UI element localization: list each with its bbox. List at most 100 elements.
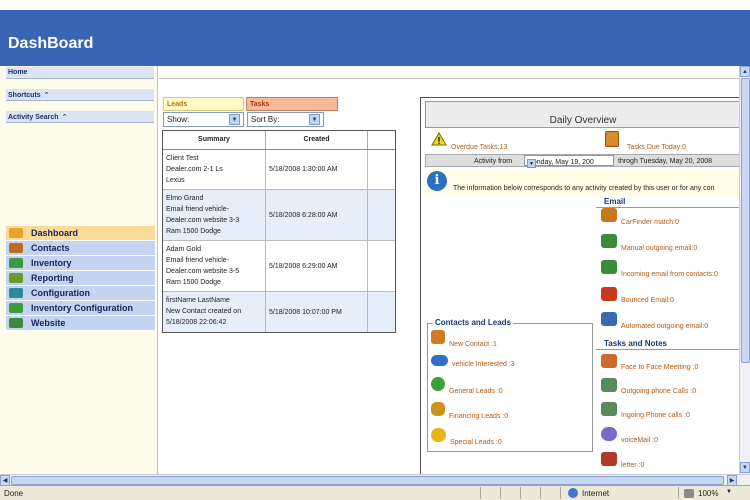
- contact-item-label: Special Leads :0: [450, 438, 502, 446]
- info-icon: i: [427, 171, 447, 191]
- app-header: DashBoard: [0, 10, 750, 66]
- question-icon: [431, 377, 445, 391]
- nav-configuration[interactable]: Configuration: [6, 286, 155, 301]
- nav-label: Contacts: [31, 243, 70, 253]
- contact-item[interactable]: Special Leads :0: [431, 428, 502, 446]
- row-created: 5/18/2008 1:30:00 AM: [266, 150, 368, 189]
- nav-label: Website: [31, 318, 66, 328]
- table-row[interactable]: firstName LastName New Contact created o…: [163, 292, 395, 332]
- main-nav: Dashboard Contacts Inventory Reporting C…: [6, 226, 155, 331]
- activity-range-bar: Activity from Monday, May 19, 200 ▼ throg…: [425, 154, 740, 168]
- activity-search-toggle[interactable]: Activity Search ⌃: [6, 111, 154, 123]
- row-summary: Client Test Dealer.com 2-1 Ls Lexus: [163, 150, 266, 189]
- shortcuts-toggle[interactable]: Shortcuts ⌃: [6, 89, 154, 101]
- report-icon: [9, 273, 23, 283]
- envelope-icon: [601, 234, 617, 248]
- horizontal-scroll-thumb[interactable]: [11, 476, 724, 485]
- tab-tasks[interactable]: Tasks: [246, 97, 338, 111]
- nav-contacts[interactable]: Contacts: [6, 241, 155, 256]
- task-item-label: Ingoing Phone calls :0: [621, 411, 690, 419]
- task-item[interactable]: voiceMail :0: [601, 427, 658, 444]
- nav-inventory[interactable]: Inventory: [6, 256, 155, 271]
- chevron-up-icon: ⌃: [61, 114, 68, 121]
- overdue-tasks[interactable]: Overdue Tasks:13: [451, 144, 507, 151]
- through-label: throgh Tuesday, May 20, 2008: [618, 158, 713, 165]
- home-link[interactable]: Home: [6, 67, 154, 79]
- email-item[interactable]: Incoming email from contacts:0: [601, 260, 718, 278]
- show-select[interactable]: Show: ▼: [163, 112, 244, 127]
- email-item[interactable]: CarFinder match:0: [601, 208, 679, 226]
- daily-overview-panel: Daily Overview Overdue Tasks:13 Tasks Du…: [420, 97, 740, 474]
- car-finder-icon: [601, 208, 617, 222]
- car-icon: [9, 258, 23, 268]
- security-zone: Internet: [582, 489, 610, 498]
- nav-label: Inventory: [31, 258, 72, 268]
- contact-item[interactable]: Financing Leads :0: [431, 402, 508, 420]
- tasks-due-today[interactable]: Tasks Due Today:0: [627, 144, 686, 151]
- summary-line: Client Test: [166, 155, 199, 162]
- column-header-summary[interactable]: Summary: [163, 131, 266, 149]
- status-divider: [678, 487, 679, 499]
- phone-out-icon: [601, 378, 617, 392]
- summary-line: 5/18/2008 22:06:42: [166, 319, 227, 326]
- email-item-label: Incoming email from contacts:0: [621, 270, 718, 278]
- row-created: 5/18/2008 10:07:00 PM: [266, 292, 368, 332]
- task-item[interactable]: Outgoing phone Calls :0: [601, 378, 696, 395]
- nav-website[interactable]: Website: [6, 316, 155, 331]
- leads-grid: Summary Created Client Test Dealer.com 2…: [162, 130, 396, 333]
- nav-reporting[interactable]: Reporting: [6, 271, 155, 286]
- envelope-in-icon: [601, 260, 617, 274]
- task-item[interactable]: Ingoing Phone calls :0: [601, 402, 690, 419]
- chevron-down-icon[interactable]: ▼: [726, 489, 732, 495]
- email-item[interactable]: Automated outgoing email:0: [601, 312, 708, 330]
- divider: [159, 78, 739, 79]
- summary-line: firstName LastName: [166, 297, 230, 304]
- tab-leads[interactable]: Leads: [163, 97, 244, 111]
- summary-line: New Contact created on: [166, 308, 242, 315]
- activity-from-label: Activity from: [474, 158, 513, 165]
- task-item-label: letter :0: [621, 461, 645, 469]
- grid-header: Summary Created: [163, 131, 395, 150]
- status-divider: [500, 487, 501, 499]
- contact-item-label: General Leads :0: [449, 387, 503, 395]
- date-from-select[interactable]: Monday, May 19, 200 ▼: [524, 155, 614, 168]
- scroll-up-button[interactable]: ▲: [740, 66, 750, 77]
- top-strip: [0, 0, 750, 10]
- contact-item-label: vehicle Interested :3: [452, 361, 515, 368]
- task-item-label: voiceMail :0: [621, 436, 658, 444]
- table-row[interactable]: Elmo Grand Email friend vehicle- Dealer.…: [163, 190, 395, 241]
- summary-line: Adam Gold: [166, 246, 202, 253]
- row-summary: firstName LastName New Contact created o…: [163, 292, 266, 332]
- nav-dashboard[interactable]: Dashboard: [6, 226, 155, 241]
- column-header-created[interactable]: Created: [266, 131, 368, 149]
- email-item[interactable]: Manual outgoing email:0: [601, 234, 697, 252]
- zoom-level[interactable]: 100%: [698, 489, 718, 498]
- vertical-scroll-thumb[interactable]: [741, 78, 750, 363]
- contact-item[interactable]: New Contact :1: [431, 330, 497, 348]
- chevron-down-icon: ▼: [527, 159, 536, 168]
- row-summary: Elmo Grand Email friend vehicle- Dealer.…: [163, 190, 266, 240]
- status-divider: [540, 487, 541, 499]
- contact-item[interactable]: vehicle Interested :3: [431, 355, 515, 368]
- sort-by-select[interactable]: Sort By: ▼: [247, 112, 324, 127]
- email-item[interactable]: Bounced Email:0: [601, 287, 674, 304]
- vertical-scrollbar[interactable]: ▲ ▼: [739, 66, 750, 474]
- table-row[interactable]: Adam Gold Email friend vehicle- Dealer.c…: [163, 241, 395, 292]
- contact-item[interactable]: General Leads :0: [431, 377, 503, 395]
- scroll-down-button[interactable]: ▼: [740, 462, 750, 473]
- row-created: 5/18/2008 6:29:00 AM: [266, 241, 368, 291]
- car-icon: [431, 355, 448, 366]
- table-row[interactable]: Client Test Dealer.com 2-1 Ls Lexus 5/18…: [163, 150, 395, 190]
- row-created: 5/18/2008 6:28:00 AM: [266, 190, 368, 240]
- horizontal-scrollbar[interactable]: ◀ ▶: [0, 474, 750, 486]
- nav-label: Dashboard: [31, 228, 79, 238]
- task-item[interactable]: Face to Face Meetting :0: [601, 354, 698, 371]
- info-text: The information below corresponds to any…: [453, 185, 715, 192]
- email-item-label: Manual outgoing email:0: [621, 244, 698, 252]
- task-item[interactable]: letter :0: [601, 452, 645, 469]
- email-section-title: Email: [604, 197, 626, 206]
- nav-inventory-configuration[interactable]: Inventory Configuration: [6, 301, 155, 316]
- summary-line: Dealer.com website 3-5: [166, 268, 240, 275]
- chevron-up-icon: ⌃: [43, 92, 50, 99]
- people-icon: [601, 354, 617, 368]
